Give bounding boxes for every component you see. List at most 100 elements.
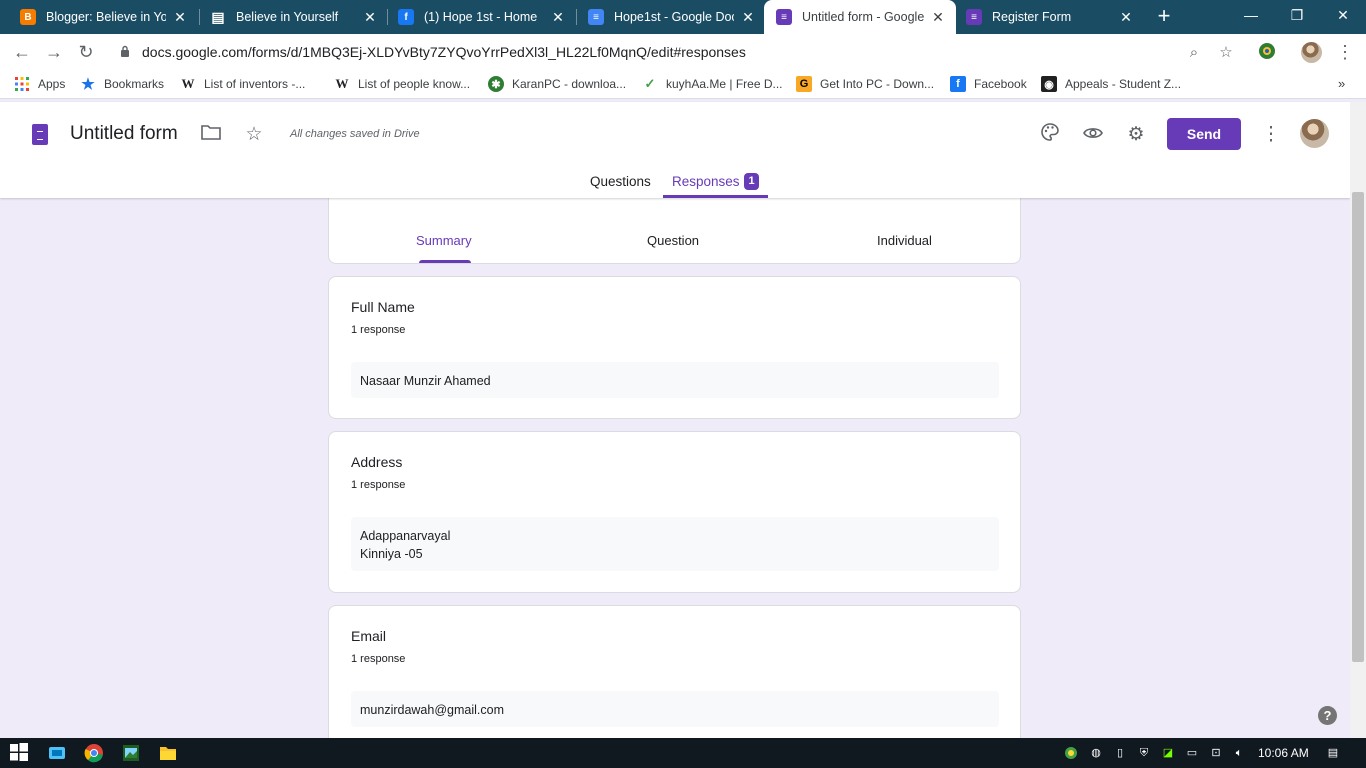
bookmark-bookmarks[interactable]: ★ Bookmarks (80, 76, 165, 93)
settings-gear-icon[interactable]: ⚙ (1123, 122, 1149, 148)
security-shield-icon[interactable]: ⛨ (1137, 746, 1151, 760)
bookmark-label: Facebook (974, 77, 1027, 91)
response-answer: munzirdawah@gmail.com (351, 691, 999, 727)
photos-app-icon[interactable] (121, 743, 141, 763)
google-forms-icon: ≡ (776, 9, 792, 25)
scrollbar-thumb[interactable] (1352, 192, 1364, 662)
tab-summary[interactable]: Summary (416, 233, 472, 248)
nvidia-icon[interactable]: ◪ (1161, 746, 1175, 760)
back-arrow-icon[interactable]: ← (10, 40, 34, 64)
answer-line: Adappanarvayal (360, 529, 451, 543)
browser-tab-untitled-form[interactable]: ≡ Untitled form - Google ✕ (764, 0, 956, 34)
profile-avatar[interactable] (1301, 42, 1322, 63)
tab-title: Hope1st - Google Docs (614, 10, 734, 24)
palette-icon[interactable] (1037, 122, 1063, 148)
question-summary-card: Address 1 response Adappanarvayal Kinniy… (328, 431, 1021, 593)
bookmark-label: Bookmarks (104, 77, 165, 91)
globe-icon[interactable]: ◍ (1089, 746, 1103, 760)
response-count: 1 response (351, 653, 406, 665)
window-close-button[interactable]: ✕ (1320, 0, 1366, 30)
tab-question[interactable]: Question (647, 233, 699, 248)
summary-tab-indicator (419, 260, 471, 263)
page-scrollbar[interactable] (1350, 102, 1366, 738)
minimize-button[interactable]: — (1228, 0, 1274, 30)
tab-title: Blogger: Believe in Your (46, 10, 166, 24)
preview-eye-icon[interactable] (1080, 122, 1106, 148)
google-docs-icon: ≡ (588, 9, 604, 25)
browser-tab-strip: B Blogger: Believe in Your ✕ ▤ Believe i… (0, 0, 1366, 34)
reload-icon[interactable]: ↻ (74, 40, 98, 64)
close-icon[interactable]: ✕ (172, 9, 188, 26)
move-to-folder-icon[interactable] (198, 122, 224, 148)
close-icon[interactable]: ✕ (362, 9, 378, 26)
tray-app-icon[interactable] (1064, 746, 1078, 760)
bookmark-kuyhaa[interactable]: ✓ kuyhAa.Me | Free D... (642, 76, 783, 92)
windows-start-icon[interactable] (10, 743, 30, 763)
forward-arrow-icon[interactable]: → (42, 40, 66, 64)
new-tab-button[interactable]: + (1153, 5, 1175, 28)
tab-title: Register Form (992, 10, 1072, 24)
lock-icon (121, 45, 129, 57)
response-count: 1 response (351, 479, 406, 491)
bookmark-inventors[interactable]: W List of inventors -... (180, 76, 306, 92)
account-avatar[interactable] (1300, 119, 1329, 148)
facebook-icon: f (398, 9, 414, 25)
google-forms-icon: ≡ (966, 9, 982, 25)
student-zone-icon: ◉ (1041, 76, 1057, 92)
browser-tab-blogger[interactable]: B Blogger: Believe in Your ✕ (8, 0, 198, 34)
browser-tab-register-form[interactable]: ≡ Register Form ✕ (954, 0, 1144, 34)
tab-individual[interactable]: Individual (877, 233, 932, 248)
chrome-app-icon[interactable] (84, 743, 104, 763)
question-summary-card: Full Name 1 response Nasaar Munzir Ahame… (328, 276, 1021, 419)
bookmark-label: KaranPC - downloa... (512, 77, 627, 91)
tab-questions[interactable]: Questions (590, 174, 651, 189)
bookmarks-overflow-icon[interactable]: » (1338, 76, 1345, 91)
answer-line: Kinniya -05 (360, 547, 423, 561)
responses-tab-indicator (663, 195, 768, 198)
getintopc-icon: G (796, 76, 812, 92)
taskbar-clock[interactable]: 10:06 AM (1258, 746, 1309, 760)
bookmark-apps[interactable]: Apps (14, 76, 65, 92)
help-icon[interactable]: ? (1318, 706, 1337, 725)
karanpc-icon: ✱ (488, 76, 504, 92)
zoom-icon[interactable]: ⌕ (1184, 43, 1204, 63)
bookmark-karanpc[interactable]: ✱ KaranPC - downloa... (488, 76, 626, 92)
more-options-icon[interactable]: ⋮ (1258, 122, 1284, 148)
notifications-icon[interactable]: ▤ (1326, 746, 1340, 760)
browser-menu-icon[interactable]: ⋮ (1333, 40, 1357, 64)
tab-title: Untitled form - Google (802, 10, 924, 24)
facebook-icon: f (950, 76, 966, 92)
form-title[interactable]: Untitled form (70, 123, 178, 145)
bookmark-people[interactable]: W List of people know... (334, 76, 471, 92)
browser-tab-google-docs[interactable]: ≡ Hope1st - Google Docs ✕ (576, 0, 766, 34)
response-count: 1 response (351, 324, 406, 336)
display-icon[interactable]: ▭ (1185, 746, 1199, 760)
network-icon[interactable]: ⊡ (1209, 746, 1223, 760)
close-icon[interactable]: ✕ (740, 9, 756, 26)
address-bar[interactable]: docs.google.com/forms/d/1MBQ3Ej-XLDYvBty… (108, 37, 1248, 67)
close-icon[interactable]: ✕ (550, 9, 566, 26)
google-forms-logo-icon[interactable] (32, 124, 48, 145)
responses-count-badge: 1 (744, 173, 759, 190)
file-explorer-icon[interactable] (158, 743, 178, 763)
bookmark-facebook[interactable]: f Facebook (950, 76, 1027, 92)
usb-drive-icon[interactable]: ▯ (1113, 746, 1127, 760)
tab-responses[interactable]: Responses (672, 174, 740, 189)
restore-button[interactable]: ❐ (1274, 0, 1320, 30)
star-icon[interactable]: ☆ (241, 122, 267, 148)
bookmark-label: List of inventors -... (204, 77, 306, 91)
close-icon[interactable]: ✕ (930, 9, 946, 26)
browser-tab-facebook[interactable]: f (1) Hope 1st - Home ✕ (386, 0, 576, 34)
browser-tab-believe[interactable]: ▤ Believe in Yourself ✕ (198, 0, 388, 34)
bookmark-star-icon[interactable]: ☆ (1216, 43, 1236, 63)
volume-icon[interactable]: 🔈︎ (1232, 746, 1246, 760)
response-answer: Nasaar Munzir Ahamed (351, 362, 999, 398)
extension-icon[interactable] (1257, 42, 1277, 62)
url-text: docs.google.com/forms/d/1MBQ3Ej-XLDYvBty… (142, 44, 746, 60)
answer-line: Nasaar Munzir Ahamed (360, 374, 491, 388)
close-icon[interactable]: ✕ (1118, 9, 1134, 26)
send-button[interactable]: Send (1167, 118, 1241, 150)
explorer-app-icon[interactable] (47, 743, 67, 763)
bookmark-getintopc[interactable]: G Get Into PC - Down... (796, 76, 934, 92)
bookmark-appeals[interactable]: ◉ Appeals - Student Z... (1041, 76, 1181, 92)
